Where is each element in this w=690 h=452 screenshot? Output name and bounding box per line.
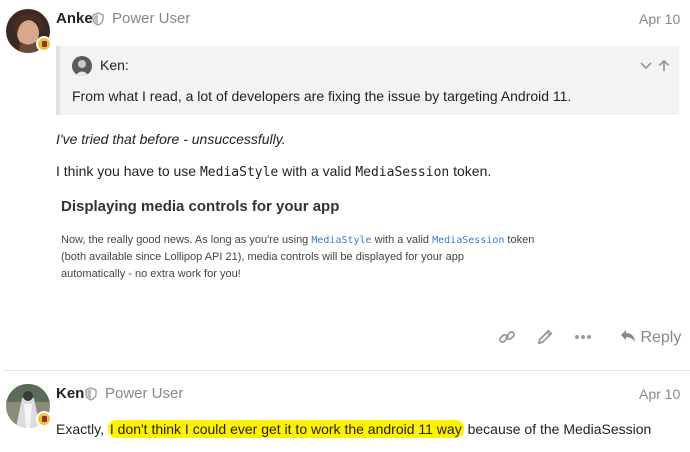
reply-label: Reply — [640, 329, 682, 346]
reply-button[interactable]: Reply — [620, 329, 681, 347]
text-span: Exactly, — [56, 421, 108, 437]
highlighted-text: I don't think I could ever get it to wor… — [107, 420, 464, 438]
flair-badge — [36, 36, 52, 52]
chevron-down-icon[interactable] — [640, 61, 652, 71]
onebox-title[interactable]: Displaying media controls for your app — [61, 198, 339, 215]
inline-code: MediaSession — [432, 235, 505, 246]
text-span: I think you have to use — [56, 163, 200, 179]
link-icon[interactable] — [498, 328, 516, 346]
inline-code: MediaStyle — [311, 235, 372, 246]
post-date[interactable]: Apr 10 — [639, 386, 680, 402]
username[interactable]: Ken — [56, 385, 84, 402]
onebox-line: automatically - no extra work for you! — [61, 268, 241, 280]
reply-icon — [621, 330, 635, 342]
user-title[interactable]: Power User — [112, 10, 190, 27]
post-ken: Ken Power User Apr 10 Exactly, I don't t… — [0, 371, 690, 452]
onebox-line: (both available since Lollipop API 21), … — [61, 251, 464, 263]
text-span: Now, the really good news. As long as yo… — [61, 234, 312, 246]
text-span: because of the MediaSession — [463, 421, 652, 437]
pencil-icon[interactable] — [536, 328, 554, 346]
post-paragraph: Exactly, I don't think I could ever get … — [56, 420, 652, 438]
shield-icon — [92, 12, 104, 26]
text-span: with a valid — [371, 234, 433, 246]
user-title[interactable]: Power User — [105, 385, 183, 402]
text-span: with a valid — [278, 163, 356, 179]
post-date[interactable]: Apr 10 — [639, 11, 680, 27]
quote-block: Ken: From what I read, a lot of develope… — [56, 46, 679, 115]
quote-avatar[interactable] — [72, 56, 92, 76]
inline-code: MediaStyle — [199, 165, 279, 180]
arrow-up-icon[interactable] — [658, 59, 670, 72]
shield-icon — [85, 387, 97, 401]
quote-author[interactable]: Ken: — [100, 57, 129, 73]
flair-badge — [36, 411, 52, 427]
post-anke: Anke Power User Apr 10 Ken: From what I … — [0, 0, 690, 370]
text-span: token — [504, 234, 535, 246]
onebox-line: Now, the really good news. As long as yo… — [61, 234, 534, 246]
post-paragraph: I've tried that before - unsuccessfully. — [56, 131, 286, 147]
inline-code: MediaSession — [355, 165, 450, 180]
username[interactable]: Anke — [56, 10, 93, 27]
post-paragraph: I think you have to use MediaStyle with … — [56, 163, 491, 180]
ellipsis-icon[interactable] — [574, 334, 592, 340]
text-span: token. — [449, 163, 492, 179]
quote-text: From what I read, a lot of developers ar… — [72, 88, 572, 104]
